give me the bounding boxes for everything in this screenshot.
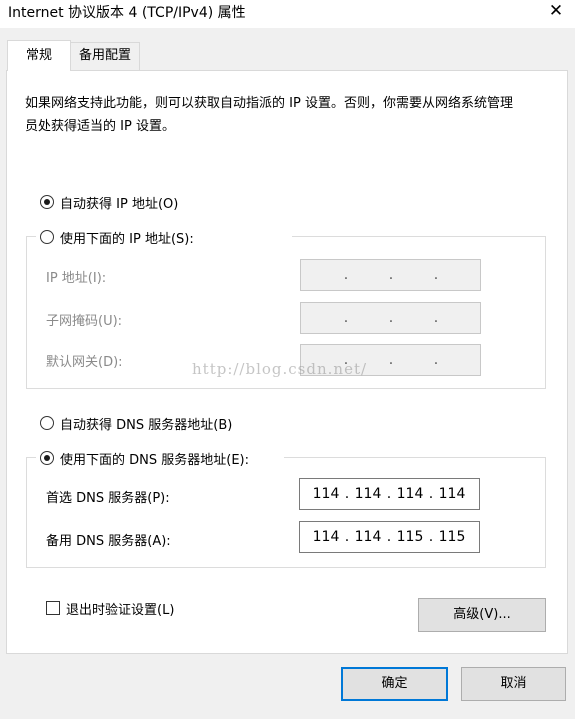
octet[interactable]: 114 xyxy=(350,522,386,552)
preferred-dns-label: 首选 DNS 服务器(P): xyxy=(46,491,170,506)
tab-general[interactable]: 常规 xyxy=(7,40,71,71)
ip-auto-radio[interactable] xyxy=(40,195,54,209)
octet[interactable]: 114 xyxy=(350,479,386,509)
ip-address-field: ... xyxy=(300,259,481,291)
octet[interactable]: 115 xyxy=(434,522,470,552)
ip-auto-label[interactable]: 自动获得 IP 地址(O) xyxy=(60,193,178,212)
close-icon[interactable]: ✕ xyxy=(546,1,566,21)
dns-manual-radio[interactable] xyxy=(40,451,54,465)
subnet-mask-field: ... xyxy=(300,302,481,334)
octet[interactable]: 114 xyxy=(434,479,470,509)
advanced-button[interactable]: 高级(V)... xyxy=(418,598,546,632)
ip-manual-label[interactable]: 使用下面的 IP 地址(S): xyxy=(60,228,194,247)
validate-on-exit-label[interactable]: 退出时验证设置(L) xyxy=(66,599,174,618)
octet[interactable]: 115 xyxy=(392,522,428,552)
dns-auto-radio[interactable] xyxy=(40,416,54,430)
preferred-dns-field[interactable]: 114 . 114 . 114 . 114 xyxy=(299,478,480,510)
subnet-mask-label: 子网掩码(U): xyxy=(46,314,123,329)
alternate-dns-label: 备用 DNS 服务器(A): xyxy=(46,534,171,549)
ip-manual-radio[interactable] xyxy=(40,230,54,244)
alternate-dns-field[interactable]: 114 . 114 . 115 . 115 xyxy=(299,521,480,553)
ip-address-label: IP 地址(I): xyxy=(46,271,107,286)
dns-auto-label[interactable]: 自动获得 DNS 服务器地址(B) xyxy=(60,414,232,433)
validate-on-exit-checkbox[interactable] xyxy=(46,601,60,615)
watermark: http://blog.csdn.net/ xyxy=(192,360,368,378)
cancel-button[interactable]: 取消 xyxy=(461,667,566,701)
dns-manual-label[interactable]: 使用下面的 DNS 服务器地址(E): xyxy=(60,449,249,468)
window-title: Internet 协议版本 4 (TCP/IPv4) 属性 xyxy=(8,5,246,21)
ok-button[interactable]: 确定 xyxy=(341,667,448,701)
octet[interactable]: 114 xyxy=(308,479,344,509)
default-gateway-label: 默认网关(D): xyxy=(46,355,123,370)
tab-alternate-config[interactable]: 备用配置 xyxy=(70,42,140,70)
octet[interactable]: 114 xyxy=(392,479,428,509)
octet[interactable]: 114 xyxy=(308,522,344,552)
description-text: 如果网络支持此功能，则可以获取自动指派的 IP 设置。否则，你需要从网络系统管理… xyxy=(25,96,513,134)
